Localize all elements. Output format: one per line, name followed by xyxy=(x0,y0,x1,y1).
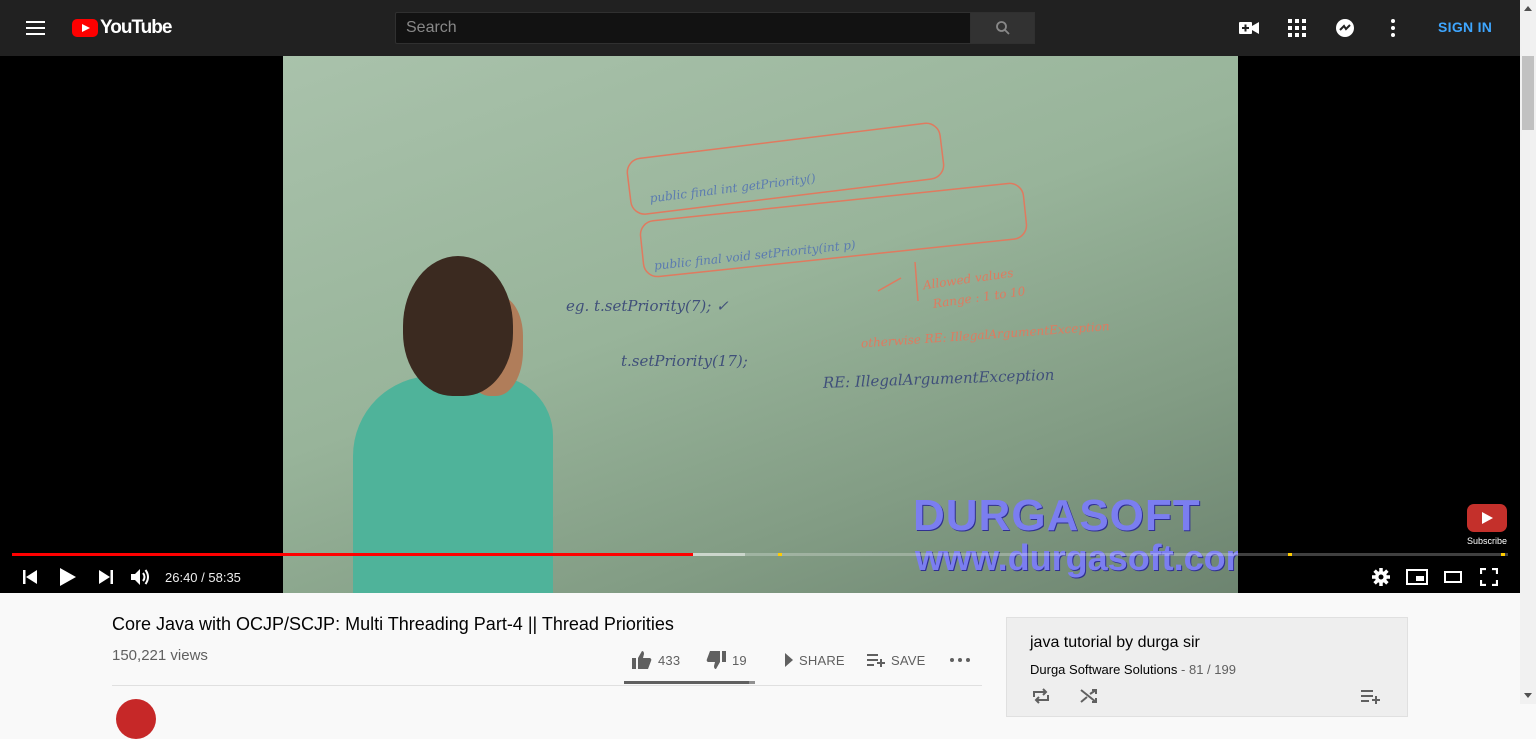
page-scrollbar[interactable] xyxy=(1520,0,1536,704)
video-frame[interactable]: public final int getPriority() public fi… xyxy=(283,56,1238,593)
playlist-separator: - xyxy=(1177,662,1189,677)
search-input[interactable]: Search xyxy=(395,12,971,44)
playlist-panel: java tutorial by durga sir Durga Softwar… xyxy=(1006,617,1408,717)
chapter-marker xyxy=(778,553,782,556)
sentiment-bar xyxy=(624,681,755,684)
like-button[interactable]: 433 xyxy=(632,642,680,678)
like-count: 433 xyxy=(658,652,681,668)
video-title: Core Java with OCJP/SCJP: Multi Threadin… xyxy=(112,614,674,634)
chapter-marker xyxy=(1288,553,1292,556)
board-line-6: eg. t.setPriority(7); ✓ xyxy=(566,297,729,315)
divider xyxy=(112,685,982,686)
board-line-5: otherwise RE: IllegalArgumentException xyxy=(861,319,1111,350)
playlist-add-icon xyxy=(867,654,885,667)
youtube-play-icon xyxy=(72,19,98,37)
more-actions-icon[interactable] xyxy=(950,642,976,678)
more-icon[interactable] xyxy=(1381,16,1405,40)
youtube-logo[interactable]: YouTube xyxy=(72,17,172,38)
subscribe-label: Subscribe xyxy=(1466,536,1508,546)
sign-in-button[interactable]: SIGN IN xyxy=(1438,19,1492,35)
channel-avatar[interactable] xyxy=(116,699,156,739)
view-count: 150,221 views xyxy=(112,647,208,664)
menu-icon[interactable] xyxy=(24,16,48,40)
volume-icon[interactable] xyxy=(129,565,153,589)
playlist-channel[interactable]: Durga Software Solutions xyxy=(1030,662,1177,677)
scroll-thumb[interactable] xyxy=(1522,56,1534,130)
messages-icon[interactable] xyxy=(1333,16,1357,40)
share-label: SHARE xyxy=(799,652,845,668)
subscribe-watermark[interactable]: Subscribe xyxy=(1466,504,1508,546)
loop-icon[interactable] xyxy=(1031,688,1055,708)
save-label: SAVE xyxy=(891,652,926,668)
play-icon[interactable] xyxy=(56,565,80,589)
playlist-add-icon[interactable] xyxy=(1361,688,1385,708)
shuffle-icon[interactable] xyxy=(1079,688,1103,708)
video-player[interactable]: public final int getPriority() public fi… xyxy=(0,56,1520,593)
masthead: YouTube Search SIGN IN xyxy=(0,0,1520,56)
scroll-up-icon[interactable] xyxy=(1524,6,1532,11)
dislike-button[interactable]: 19 xyxy=(706,642,747,678)
scroll-down-icon[interactable] xyxy=(1524,693,1532,698)
create-video-icon[interactable] xyxy=(1237,16,1261,40)
apps-icon[interactable] xyxy=(1285,16,1309,40)
subscribe-play-icon xyxy=(1467,504,1507,532)
logo-text: YouTube xyxy=(100,17,172,38)
time-display: 26:40 / 58:35 xyxy=(165,570,241,585)
search-icon xyxy=(995,21,1010,35)
watermark-brand: DURGASOFT xyxy=(913,491,1201,540)
next-icon[interactable] xyxy=(94,565,118,589)
miniplayer-icon[interactable] xyxy=(1405,565,1429,589)
board-line-1: public final int getPriority() xyxy=(649,171,817,205)
board-line-7: t.setPriority(17); xyxy=(621,352,748,370)
playlist-subtitle: Durga Software Solutions - 81 / 199 xyxy=(1030,662,1236,677)
thumbs-down-icon xyxy=(706,651,726,669)
sentiment-bar-likes xyxy=(624,681,750,684)
instructor-hair xyxy=(403,256,513,396)
settings-icon[interactable] xyxy=(1369,565,1393,589)
dislike-count: 19 xyxy=(732,652,747,668)
chapter-marker xyxy=(1501,553,1505,556)
theater-mode-icon[interactable] xyxy=(1441,565,1465,589)
progress-bar[interactable] xyxy=(12,553,1508,556)
progress-played xyxy=(12,553,693,556)
playlist-title[interactable]: java tutorial by durga sir xyxy=(1030,634,1200,652)
previous-icon[interactable] xyxy=(18,565,42,589)
fullscreen-icon[interactable] xyxy=(1477,565,1501,589)
board-line-8: RE: IllegalArgumentException xyxy=(822,366,1055,392)
search-button[interactable] xyxy=(970,12,1035,44)
playlist-position: 81 / 199 xyxy=(1188,662,1236,677)
player-controls: 26:40 / 58:35 xyxy=(0,561,1520,593)
share-button[interactable]: SHARE xyxy=(775,642,845,678)
thumbs-up-icon xyxy=(632,651,652,669)
share-icon xyxy=(785,653,793,667)
board-line-2: public final void setPriority(int p) xyxy=(653,238,856,273)
save-button[interactable]: SAVE xyxy=(867,642,926,678)
